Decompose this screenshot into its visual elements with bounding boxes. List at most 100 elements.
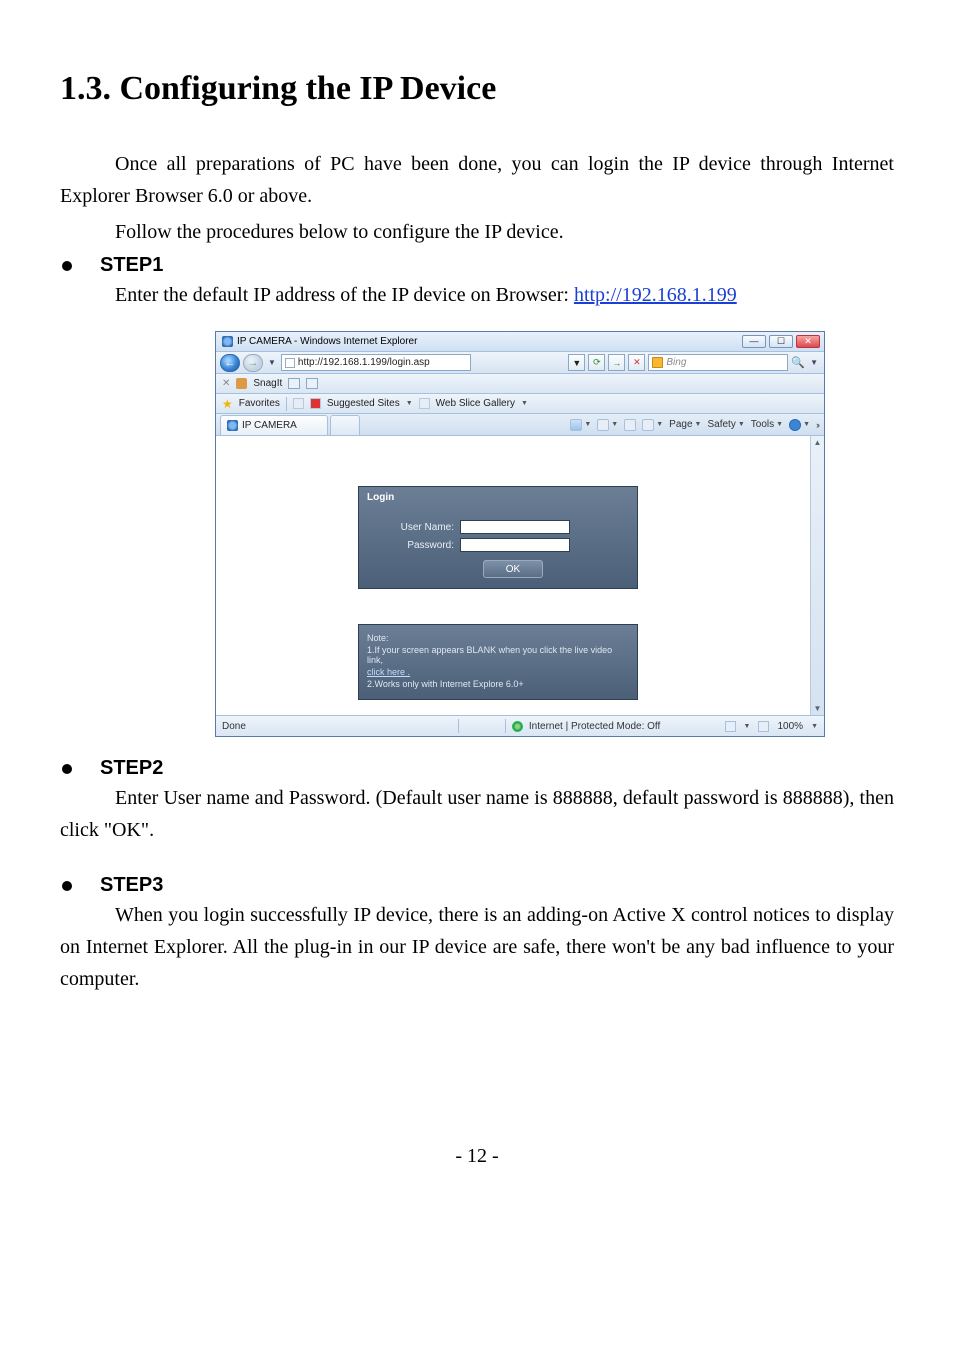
- web-slice-link[interactable]: Web Slice Gallery: [436, 398, 515, 409]
- favorites-star-icon[interactable]: ★: [222, 397, 233, 411]
- bing-icon: [652, 357, 663, 368]
- toolbar-close-icon[interactable]: ✕: [222, 378, 230, 389]
- nav-dropdown-icon[interactable]: ▼: [266, 358, 278, 367]
- bullet-icon: [62, 261, 72, 271]
- search-input[interactable]: Bing: [648, 354, 788, 371]
- protected-mode-icon[interactable]: [725, 721, 736, 732]
- step3-text: When you login successfully IP device, t…: [60, 899, 894, 995]
- default-ip-link[interactable]: http://192.168.1.199: [574, 284, 737, 306]
- refresh-button[interactable]: ⟳: [588, 354, 605, 371]
- status-zoom[interactable]: 100%: [777, 721, 803, 732]
- username-input[interactable]: [460, 520, 570, 534]
- print-icon: [642, 419, 654, 431]
- snagit-icon: [236, 378, 247, 389]
- new-tab-button[interactable]: [330, 415, 360, 435]
- feeds-icon: [597, 419, 609, 431]
- step3-heading: STEP3: [60, 874, 894, 897]
- step1-prefix: Enter the default IP address of the IP d…: [115, 284, 574, 306]
- dropdown-caret-icon[interactable]: ▼: [406, 400, 413, 407]
- separator-icon: [286, 397, 287, 411]
- login-panel: Login User Name: Password: OK: [358, 486, 638, 589]
- snagit-tool-2[interactable]: [306, 378, 318, 389]
- step1-text: Enter the default IP address of the IP d…: [60, 279, 894, 311]
- zoom-dropdown-icon[interactable]: ▼: [811, 723, 818, 730]
- page-icon: [285, 358, 295, 368]
- safety-menu[interactable]: Safety▼: [707, 419, 744, 430]
- dropdown-caret-icon[interactable]: ▼: [521, 400, 528, 407]
- step2-heading: STEP2: [60, 757, 894, 780]
- favorites-bar: ★ Favorites Suggested Sites ▼ Web Slice …: [216, 394, 824, 414]
- search-button[interactable]: 🔍: [791, 356, 805, 369]
- readmail-button[interactable]: [624, 419, 636, 431]
- window-title: IP CAMERA - Windows Internet Explorer: [237, 336, 742, 347]
- tab-title: IP CAMERA: [242, 420, 297, 431]
- search-dropdown-icon[interactable]: ▼: [808, 358, 820, 367]
- close-button[interactable]: ✕: [796, 335, 820, 348]
- overflow-icon[interactable]: ››: [816, 420, 818, 430]
- address-url-text: http://192.168.1.199/login.asp: [298, 357, 430, 368]
- bullet-icon: [62, 764, 72, 774]
- ok-button[interactable]: OK: [483, 560, 543, 578]
- step2-text: Enter User name and Password. (Default u…: [60, 782, 894, 846]
- mail-icon: [624, 419, 636, 431]
- tools-menu[interactable]: Tools▼: [751, 419, 783, 430]
- page-viewport: Login User Name: Password: OK: [216, 436, 824, 716]
- intro-paragraph-2: Follow the procedures below to configure…: [60, 216, 894, 248]
- window-titlebar: IP CAMERA - Windows Internet Explorer — …: [216, 332, 824, 352]
- internet-zone-icon: [512, 721, 523, 732]
- vertical-scrollbar[interactable]: ▲ ▼: [810, 436, 824, 715]
- section-heading: 1.3. Configuring the IP Device: [60, 70, 894, 108]
- zoom-icon[interactable]: [758, 721, 769, 732]
- page-menu[interactable]: Page▼: [669, 419, 701, 430]
- compat-dropdown[interactable]: ▼: [568, 354, 585, 371]
- search-provider-text: Bing: [666, 357, 686, 368]
- note-click-here-link[interactable]: click here .: [367, 667, 410, 677]
- print-button[interactable]: ▼: [642, 419, 663, 431]
- web-slice-icon: [419, 398, 430, 409]
- home-icon: [570, 419, 582, 431]
- username-label: User Name:: [399, 522, 454, 533]
- fav-item-icon-2: [310, 398, 321, 409]
- step3-label: STEP3: [100, 874, 163, 897]
- ie-icon: [222, 336, 233, 347]
- fav-item-icon-1: [293, 398, 304, 409]
- favorites-label[interactable]: Favorites: [239, 398, 280, 409]
- step1-label: STEP1: [100, 254, 163, 277]
- bullet-icon: [62, 881, 72, 891]
- scroll-up-icon[interactable]: ▲: [814, 436, 822, 449]
- status-done: Done: [222, 721, 246, 732]
- snagit-toolbar: ✕ SnagIt: [216, 374, 824, 394]
- minimize-button[interactable]: —: [742, 335, 766, 348]
- home-button[interactable]: ▼: [570, 419, 591, 431]
- forward-button[interactable]: →: [243, 354, 263, 372]
- note-line-2: 2.Works only with Internet Explore 6.0+: [367, 679, 629, 689]
- password-label: Password:: [399, 540, 454, 551]
- password-input[interactable]: [460, 538, 570, 552]
- tab-ipcamera[interactable]: IP CAMERA: [220, 415, 328, 435]
- address-input[interactable]: http://192.168.1.199/login.asp: [281, 354, 471, 371]
- step1-heading: STEP1: [60, 254, 894, 277]
- step2-label: STEP2: [100, 757, 163, 780]
- note-line-1: 1.If your screen appears BLANK when you …: [367, 645, 629, 665]
- intro-paragraph-1: Once all preparations of PC have been do…: [60, 148, 894, 212]
- scroll-down-icon[interactable]: ▼: [814, 702, 822, 715]
- feeds-button[interactable]: ▼: [597, 419, 618, 431]
- tab-favicon: [227, 420, 238, 431]
- go-button[interactable]: →: [608, 354, 625, 371]
- help-button[interactable]: ▼: [789, 419, 810, 431]
- stop-button[interactable]: ✕: [628, 354, 645, 371]
- command-bar: ▼ ▼ ▼ Page▼ Safety▼ Tools▼ ▼ ››: [360, 419, 824, 431]
- address-bar: ← → ▼ http://192.168.1.199/login.asp ▼ ⟳…: [216, 352, 824, 374]
- suggested-sites-link[interactable]: Suggested Sites: [327, 398, 400, 409]
- status-zone-text: Internet | Protected Mode: Off: [529, 721, 660, 732]
- ie-screenshot: IP CAMERA - Windows Internet Explorer — …: [215, 331, 825, 737]
- back-button[interactable]: ←: [220, 354, 240, 372]
- note-panel: Note: 1.If your screen appears BLANK whe…: [358, 624, 638, 700]
- snagit-label: SnagIt: [253, 378, 282, 389]
- help-icon: [789, 419, 801, 431]
- status-bar: Done Internet | Protected Mode: Off ▼ 10…: [216, 716, 824, 736]
- page-number: - 12 -: [60, 1145, 894, 1168]
- maximize-button[interactable]: ☐: [769, 335, 793, 348]
- snagit-tool-1[interactable]: [288, 378, 300, 389]
- login-heading: Login: [359, 487, 637, 508]
